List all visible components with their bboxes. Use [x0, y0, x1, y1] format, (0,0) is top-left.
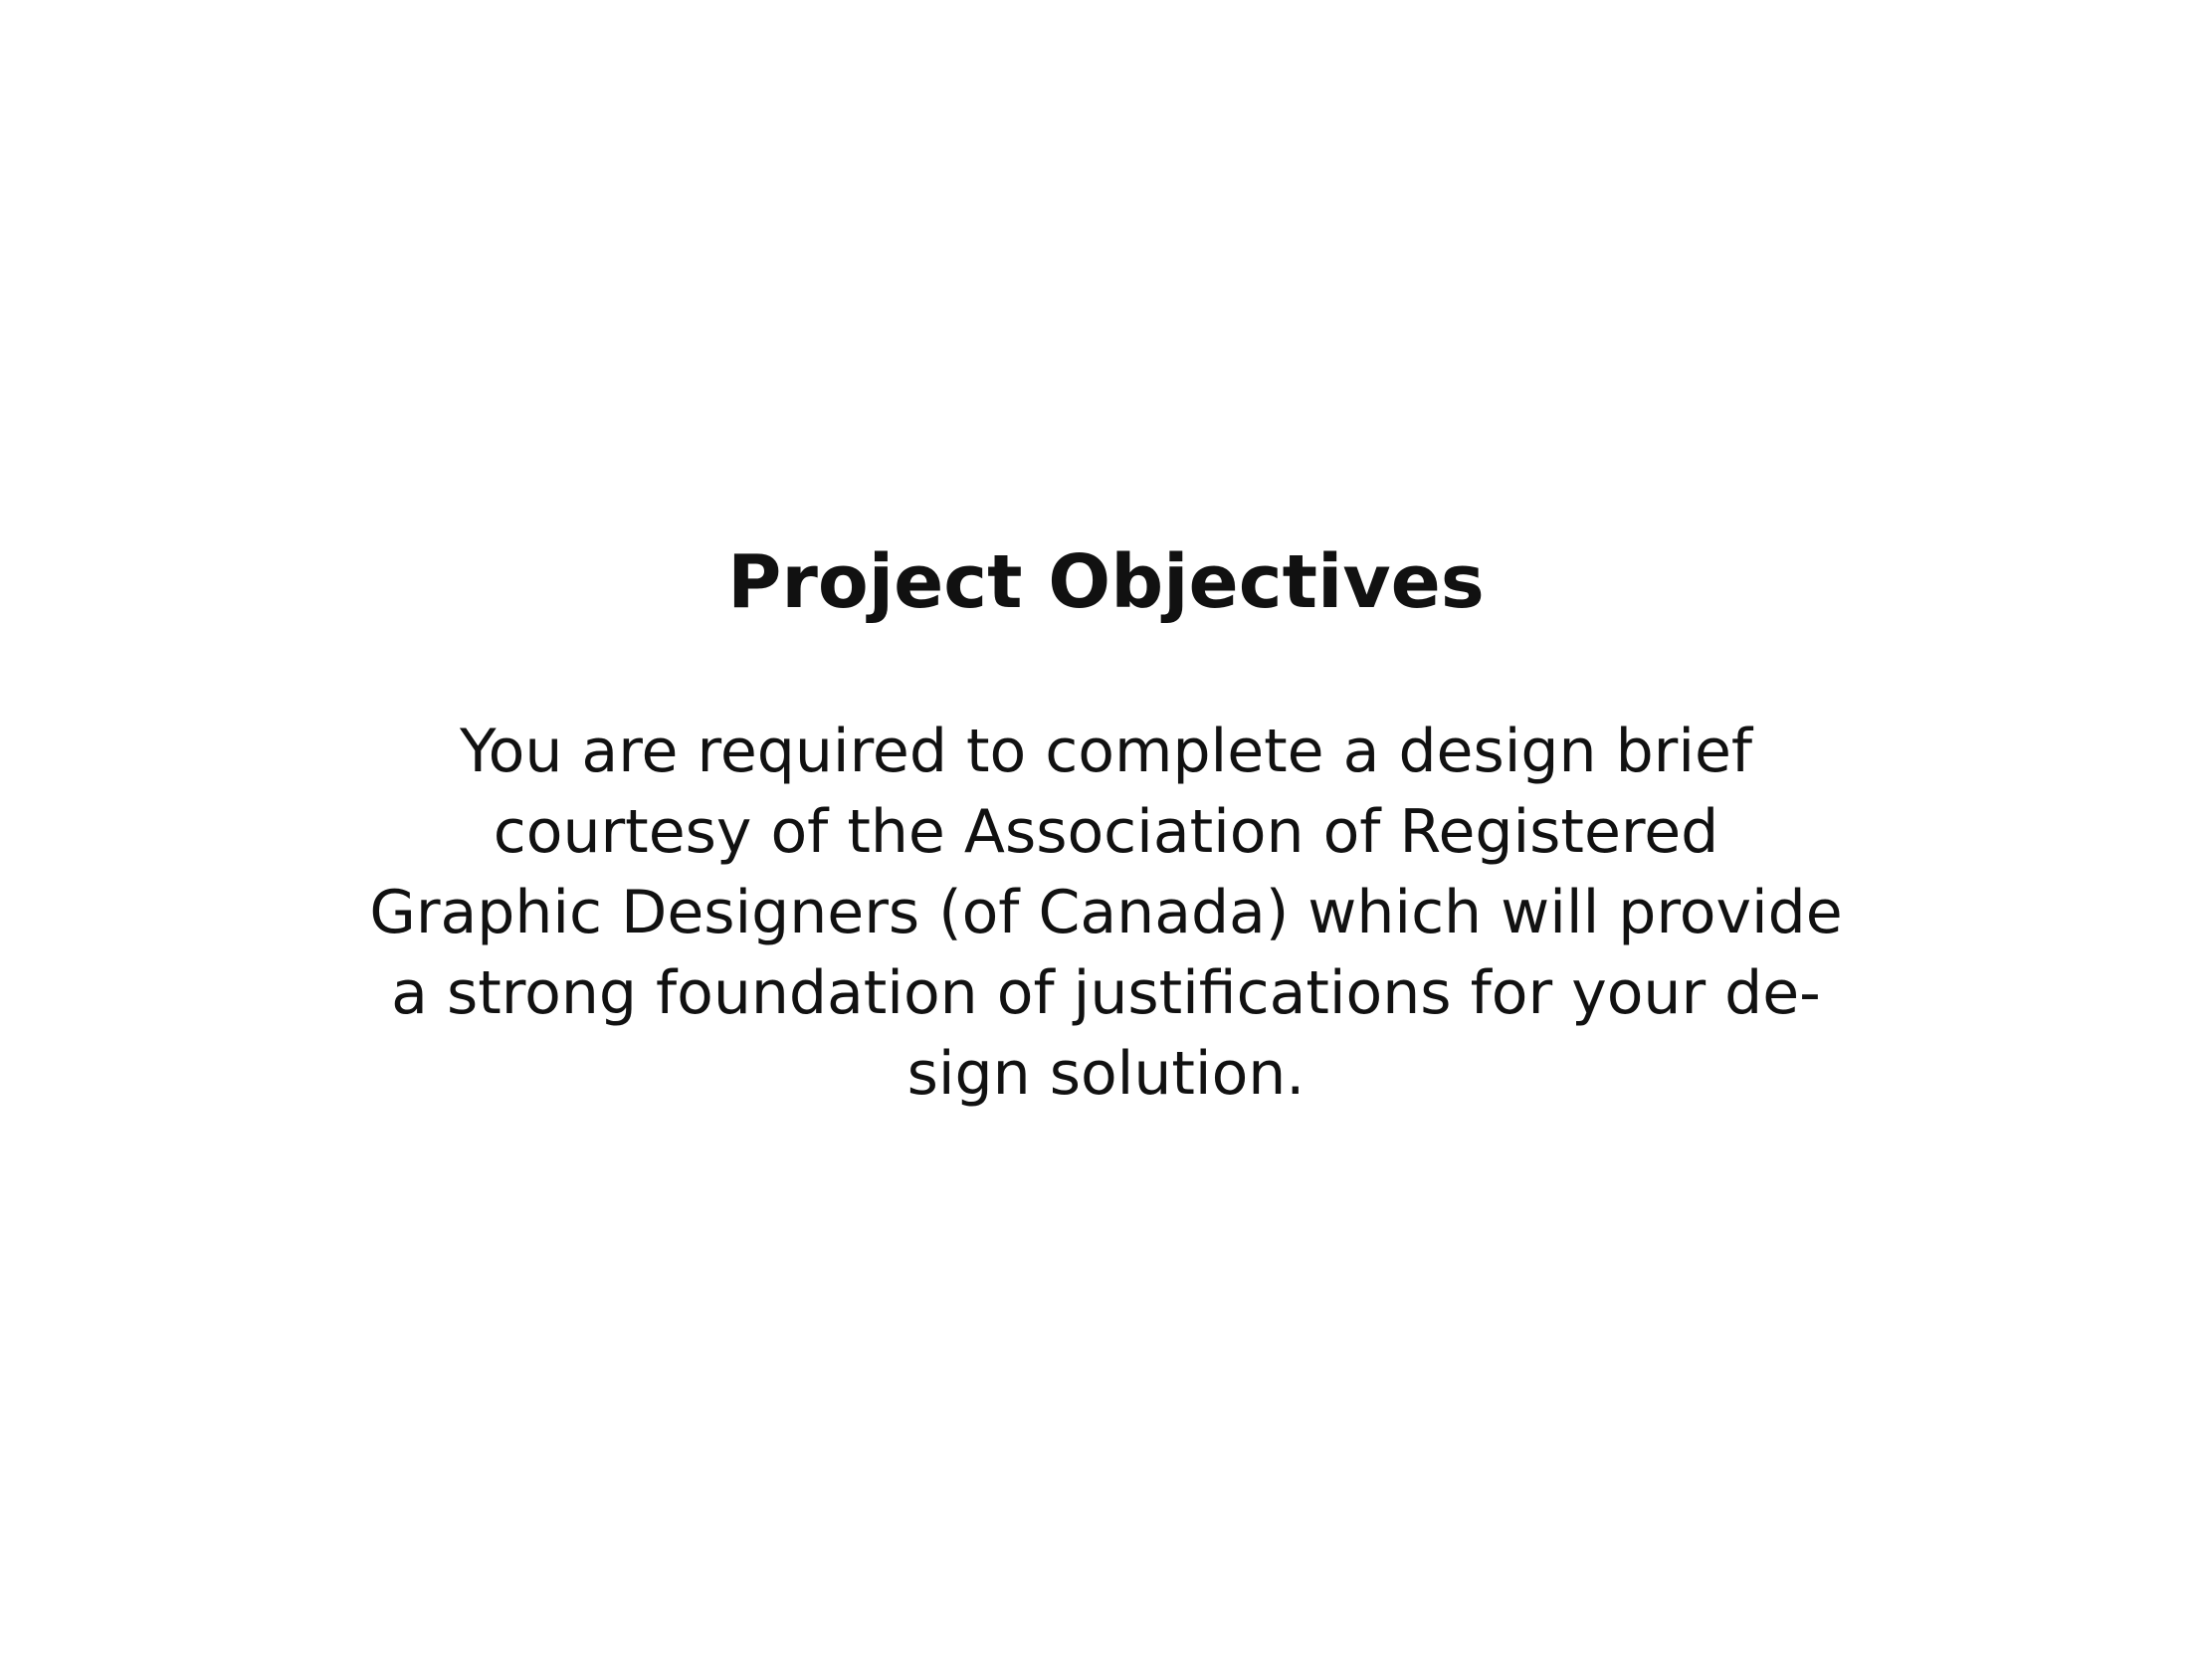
document-page: Project Objectives You are required to c… [0, 0, 2212, 1659]
body-paragraph: You are required to complete a design br… [0, 712, 2212, 1115]
body-line: Graphic Designers (of Canada) which will… [369, 878, 1843, 947]
body-line: sign solution. [906, 1039, 1306, 1109]
body-line: a strong foundation of justifications fo… [391, 958, 1821, 1028]
page-title: Project Objectives [727, 539, 1485, 625]
body-line: You are required to complete a design br… [459, 717, 1753, 786]
body-line: courtesy of the Association of Registere… [493, 797, 1719, 867]
